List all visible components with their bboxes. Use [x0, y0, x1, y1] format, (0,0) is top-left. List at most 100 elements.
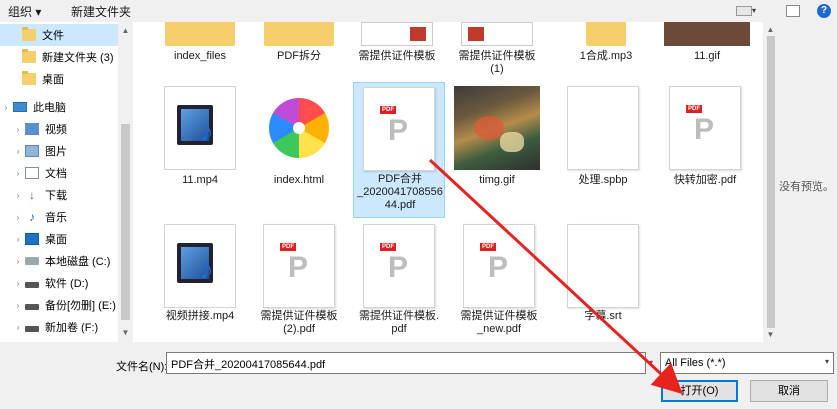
image-thumbnail — [454, 86, 540, 170]
nav-item-label: 下载 — [45, 190, 67, 202]
chevron-right-icon[interactable]: › — [2, 103, 10, 112]
nav-item-label: 本地磁盘 (C:) — [45, 256, 111, 268]
computer-icon — [13, 102, 27, 112]
drive-icon — [25, 282, 39, 288]
nav-item-drive-d[interactable]: › 软件 (D:) — [0, 272, 118, 294]
pdf-file-icon: PDF P — [263, 224, 335, 308]
nav-item-label: 此电脑 — [33, 102, 66, 114]
html-file-icon — [269, 98, 329, 158]
nav-item-documents[interactable]: › 文档 — [0, 162, 118, 184]
chevron-down-icon[interactable]: ▾ — [646, 352, 656, 374]
nav-scrollbar[interactable]: ▲ ▼ — [118, 22, 133, 342]
chevron-right-icon[interactable]: › — [14, 323, 22, 332]
file-item-video-join-mp4[interactable]: ♪ 视频拼接.mp4 — [154, 222, 246, 342]
nav-item-downloads[interactable]: › ↓ 下载 — [0, 184, 118, 206]
file-item-template-folder-1[interactable]: 需提供证件模板 (1) — [451, 22, 543, 82]
nav-item-new-folder-3[interactable]: 新建文件夹 (3) — [0, 46, 118, 68]
file-item-template-folder[interactable]: 需提供证件模板 — [351, 22, 443, 82]
file-item-template-2-pdf[interactable]: PDF P 需提供证件模板 (2).pdf — [253, 222, 345, 342]
generic-file-icon — [567, 224, 639, 308]
folder-icon — [22, 49, 36, 63]
file-item-template-new-pdf[interactable]: PDF P 需提供证件模板 _new.pdf — [453, 222, 545, 342]
organize-button[interactable]: 组织 ▾ — [8, 3, 41, 20]
preview-pane-toggle-icon[interactable] — [786, 5, 800, 17]
scrollbar-thumb[interactable] — [121, 124, 130, 320]
folder-icon — [361, 22, 433, 46]
preview-pane: 没有预览。 — [779, 22, 837, 342]
chevron-right-icon[interactable]: › — [14, 169, 22, 178]
navigation-pane: 文件 新建文件夹 (3) 桌面 › 此电脑 › 视频 › 图片 › 文档 › ↓… — [0, 22, 118, 342]
nav-item-videos[interactable]: › 视频 — [0, 118, 118, 140]
generic-file-icon — [567, 86, 639, 170]
nav-item-wenjian[interactable]: 文件 — [0, 24, 118, 46]
open-button[interactable]: 打开(O) — [661, 380, 738, 402]
file-type-filter[interactable]: All Files (*.*) ▾ — [660, 352, 834, 374]
chevron-right-icon[interactable]: › — [14, 257, 22, 266]
download-icon: ↓ — [29, 188, 35, 202]
scroll-up-arrow-icon[interactable]: ▲ — [118, 26, 133, 35]
file-item-kuaizhuan-pdf[interactable]: PDF P 快转加密.pdf — [659, 84, 751, 212]
folder-icon — [461, 22, 533, 46]
pdf-file-icon: PDF P — [669, 86, 741, 170]
chevron-right-icon[interactable]: › — [14, 213, 22, 222]
nav-item-drive-e[interactable]: › 备份[勿删] (E:) — [0, 294, 118, 316]
file-item-spbp[interactable]: 处理.spbp — [557, 84, 649, 212]
file-item-index-html[interactable]: index.html — [253, 84, 345, 212]
scroll-down-arrow-icon[interactable]: ▼ — [118, 328, 133, 337]
documents-icon — [25, 167, 39, 179]
nav-item-desktop-folder[interactable]: 桌面 — [0, 68, 118, 90]
image-thumbnail — [664, 22, 750, 46]
pdf-file-icon: PDF P — [363, 224, 435, 308]
help-icon[interactable]: ? — [817, 4, 831, 18]
chevron-right-icon[interactable]: › — [14, 301, 22, 310]
desktop-icon — [25, 233, 39, 245]
nav-item-this-pc[interactable]: › 此电脑 — [0, 96, 118, 118]
file-item-11-gif[interactable]: 11.gif — [661, 22, 753, 82]
file-list: index_files PDF拆分 需提供证件模板 需提供证件模板 (1) 1合… — [133, 22, 763, 342]
file-list-scrollbar[interactable]: ▲ ▼ — [763, 22, 779, 342]
nav-item-label: 桌面 — [45, 234, 67, 246]
scrollbar-thumb[interactable] — [767, 36, 775, 328]
nav-item-pictures[interactable]: › 图片 — [0, 140, 118, 162]
nav-item-drive-c[interactable]: › 本地磁盘 (C:) — [0, 250, 118, 272]
drive-icon — [25, 326, 39, 332]
nav-item-desktop[interactable]: › 桌面 — [0, 228, 118, 250]
file-item-mp3[interactable]: 1合成.mp3 — [560, 22, 652, 82]
folder-icon — [264, 22, 334, 46]
drive-icon — [25, 257, 39, 265]
cancel-button[interactable]: 取消 — [750, 380, 828, 402]
file-item-index-files[interactable]: index_files — [154, 22, 246, 82]
music-icon: ♪ — [29, 210, 35, 224]
scroll-down-arrow-icon[interactable]: ▼ — [763, 330, 778, 339]
nav-item-label: 视频 — [45, 124, 67, 136]
new-folder-button[interactable]: 新建文件夹 — [71, 3, 131, 20]
nav-item-label: 音乐 — [45, 212, 67, 224]
no-preview-text: 没有预览。 — [779, 181, 834, 193]
pdf-thumbnail-mark — [410, 27, 426, 41]
chevron-right-icon[interactable]: › — [14, 279, 22, 288]
folder-icon — [586, 22, 626, 46]
chevron-right-icon[interactable]: › — [14, 147, 22, 156]
file-item-pdf-merge-selected[interactable]: PDF P PDF合并 _2020041708556 44.pdf — [353, 82, 445, 218]
chevron-right-icon[interactable]: › — [14, 125, 22, 134]
nav-item-drive-f[interactable]: › 新加卷 (F:) — [0, 316, 118, 338]
file-type-filter-value: All Files (*.*) — [665, 357, 726, 369]
nav-item-label: 新建文件夹 (3) — [42, 52, 114, 64]
nav-item-music[interactable]: › ♪ 音乐 — [0, 206, 118, 228]
file-item-timg-gif[interactable]: timg.gif — [451, 84, 543, 212]
folder-icon — [22, 27, 36, 41]
chevron-down-icon[interactable]: ▾ — [752, 6, 760, 22]
file-item-template-pdf[interactable]: PDF P 需提供证件模板. pdf — [353, 222, 445, 342]
file-item-srt[interactable]: 字幕.srt — [557, 222, 649, 342]
nav-item-label: 图片 — [45, 146, 67, 158]
filename-input[interactable]: PDF合并_20200417085644.pdf — [166, 352, 646, 374]
chevron-right-icon[interactable]: › — [14, 191, 22, 200]
scroll-up-arrow-icon[interactable]: ▲ — [763, 25, 778, 34]
folder-icon — [165, 22, 235, 46]
chevron-right-icon[interactable]: › — [14, 235, 22, 244]
file-item-11-mp4[interactable]: ♪ 11.mp4 — [154, 84, 246, 212]
pdf-thumbnail-mark — [468, 27, 484, 41]
nav-item-label: 桌面 — [42, 74, 64, 86]
file-item-pdf-split[interactable]: PDF拆分 — [253, 22, 345, 82]
view-options-icon[interactable] — [736, 6, 752, 16]
